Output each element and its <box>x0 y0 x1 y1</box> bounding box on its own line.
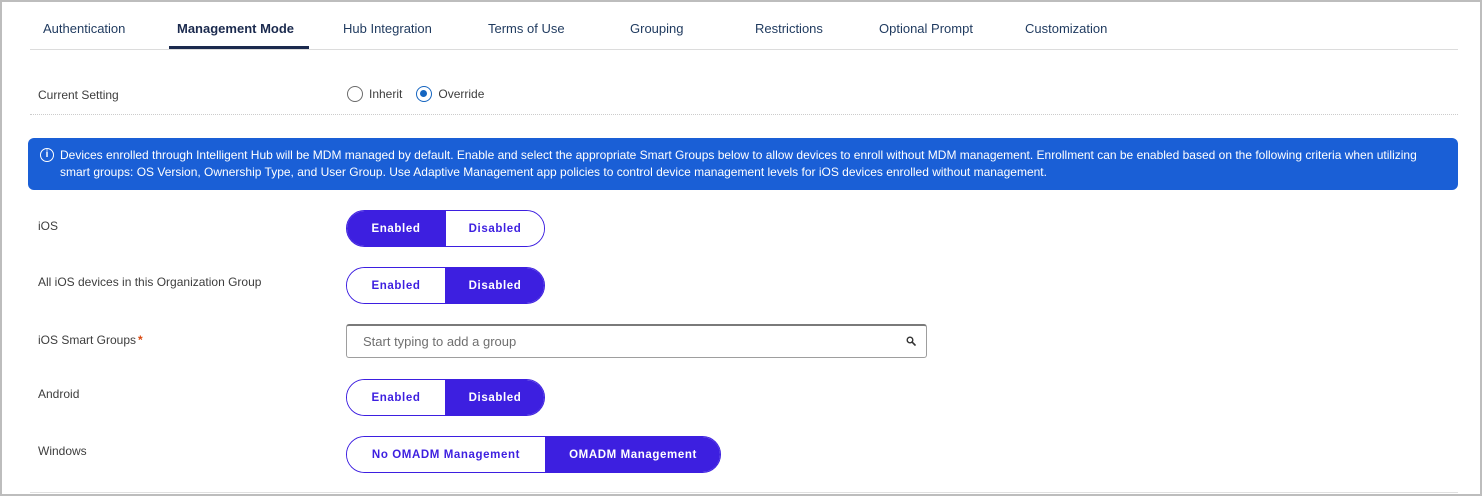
radio-inherit[interactable]: Inherit <box>347 86 402 102</box>
radio-inherit-label: Inherit <box>369 87 403 101</box>
windows-no-omadm-button[interactable]: No OMADM Management <box>347 437 545 472</box>
current-setting-radio-group: Inherit Override <box>347 86 498 102</box>
windows-label: Windows <box>38 444 87 458</box>
tab-customization[interactable]: Customization <box>1025 12 1107 49</box>
android-toggle: Enabled Disabled <box>346 379 545 416</box>
radio-override-circle[interactable] <box>416 86 433 102</box>
all-ios-toggle: Enabled Disabled <box>346 267 545 304</box>
android-disabled-button[interactable]: Disabled <box>445 380 544 415</box>
divider <box>30 492 1458 493</box>
ios-enabled-button[interactable]: Enabled <box>347 211 445 246</box>
divider <box>30 114 1458 115</box>
android-enabled-button[interactable]: Enabled <box>347 380 445 415</box>
info-icon: i <box>40 148 54 162</box>
all-ios-disabled-button[interactable]: Disabled <box>445 268 544 303</box>
current-setting-label: Current Setting <box>38 88 119 102</box>
tab-hub-integration[interactable]: Hub Integration <box>343 12 432 49</box>
windows-omadm-button[interactable]: OMADM Management <box>545 437 720 472</box>
tab-optional-prompt[interactable]: Optional Prompt <box>879 12 973 49</box>
ios-smart-groups-input[interactable] <box>347 326 887 357</box>
ios-toggle: Enabled Disabled <box>346 210 545 247</box>
ios-smart-groups-label: iOS Smart Groups * <box>38 333 143 347</box>
all-ios-label: All iOS devices in this Organization Gro… <box>38 275 262 289</box>
radio-inherit-circle[interactable] <box>347 86 363 102</box>
ios-label: iOS <box>38 219 59 233</box>
all-ios-enabled-button[interactable]: Enabled <box>347 268 445 303</box>
tab-bar: Authentication Management Mode Hub Integ… <box>30 12 1458 50</box>
ios-smart-groups-field <box>346 324 927 358</box>
required-mark: * <box>138 333 143 347</box>
search-icon[interactable] <box>906 336 916 346</box>
ios-disabled-button[interactable]: Disabled <box>445 211 544 246</box>
radio-override-label: Override <box>438 87 485 101</box>
ios-smart-groups-label-text: iOS Smart Groups <box>38 333 137 347</box>
settings-panel: Authentication Management Mode Hub Integ… <box>0 0 1482 496</box>
info-banner-text: Devices enrolled through Intelligent Hub… <box>60 148 1417 179</box>
info-banner: i Devices enrolled through Intelligent H… <box>28 138 1458 190</box>
tab-terms-of-use[interactable]: Terms of Use <box>488 12 565 49</box>
windows-toggle: No OMADM Management OMADM Management <box>346 436 721 473</box>
radio-override[interactable]: Override <box>416 86 484 102</box>
tab-management-mode[interactable]: Management Mode <box>169 12 309 49</box>
tab-restrictions[interactable]: Restrictions <box>755 12 823 49</box>
tab-grouping[interactable]: Grouping <box>630 12 683 49</box>
tab-authentication[interactable]: Authentication <box>43 12 125 49</box>
android-label: Android <box>38 387 80 401</box>
